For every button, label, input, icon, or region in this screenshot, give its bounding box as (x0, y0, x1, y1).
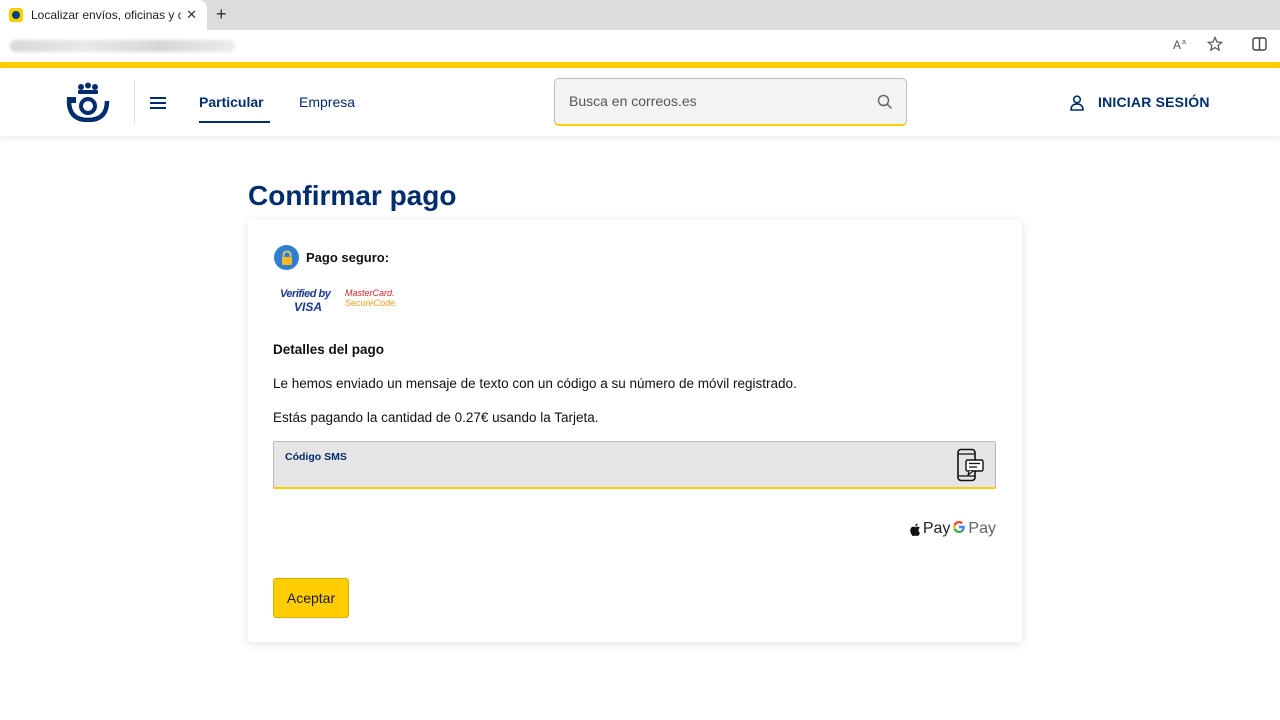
sms-code-label: Código SMS (285, 451, 347, 463)
mc-logo-bottom: SecureCode. (345, 298, 398, 308)
favorite-star-icon[interactable] (1207, 36, 1223, 52)
mastercard-securecode-logo: MasterCard. SecureCode. (345, 288, 399, 310)
site-header: Particular Empresa INICIAR SESIÓN (0, 68, 1280, 136)
browser-tab-bar: Localizar envíos, oficinas y código ✕ + (0, 0, 1280, 30)
google-g-icon (952, 520, 966, 538)
user-icon[interactable] (1070, 95, 1084, 111)
new-tab-button[interactable]: + (216, 4, 227, 24)
nav-active-underline (199, 121, 270, 123)
wallet-logos: Pay Pay (910, 520, 996, 538)
nav-empresa[interactable]: Empresa (299, 94, 355, 110)
page-title: Confirmar pago (248, 180, 457, 211)
payment-details-title: Detalles del pago (273, 342, 385, 357)
blurred-url (10, 40, 235, 52)
visa-logo-bottom: VISA (294, 300, 323, 314)
google-pay-label: Pay (968, 520, 996, 537)
lock-icon (274, 245, 299, 270)
sms-code-input[interactable] (285, 466, 925, 484)
mc-logo-top: MasterCard. (345, 288, 395, 298)
search-icon[interactable] (877, 94, 893, 110)
verified-by-visa-logo: Verified by VISA (280, 284, 334, 314)
nav-particular[interactable]: Particular (199, 94, 264, 110)
correos-favicon-icon (9, 8, 23, 22)
search-input[interactable] (569, 93, 869, 109)
sms-sent-message: Le hemos enviado un mensaje de texto con… (273, 376, 797, 391)
sms-code-field[interactable]: Código SMS (273, 441, 996, 489)
tab-title: Localizar envíos, oficinas y código (31, 8, 181, 22)
payment-card: Pago seguro: Verified by VISA MasterCard… (248, 220, 1022, 642)
correos-logo-icon[interactable] (66, 82, 110, 122)
svg-text:A: A (1173, 38, 1181, 51)
address-bar[interactable] (0, 30, 1280, 62)
login-button[interactable]: INICIAR SESIÓN (1098, 94, 1210, 110)
amount-message: Estás pagando la cantidad de 0.27€ usand… (273, 410, 599, 425)
visa-logo-top: Verified by (280, 288, 331, 300)
secure-payment-label: Pago seguro: (306, 250, 390, 265)
accept-button[interactable]: Aceptar (273, 578, 349, 618)
apple-pay-label: Pay (922, 520, 951, 537)
browser-tab[interactable]: Localizar envíos, oficinas y código ✕ (0, 0, 207, 30)
svg-text:a: a (1182, 39, 1186, 46)
close-tab-icon[interactable]: ✕ (186, 7, 197, 23)
read-aloud-icon[interactable]: A a (1173, 37, 1189, 51)
search-box (554, 78, 907, 126)
phone-sms-icon (957, 448, 984, 482)
apple-icon (910, 523, 920, 536)
hamburger-menu-icon[interactable] (150, 97, 166, 109)
header-divider (134, 80, 135, 124)
split-screen-icon[interactable] (1252, 37, 1267, 51)
